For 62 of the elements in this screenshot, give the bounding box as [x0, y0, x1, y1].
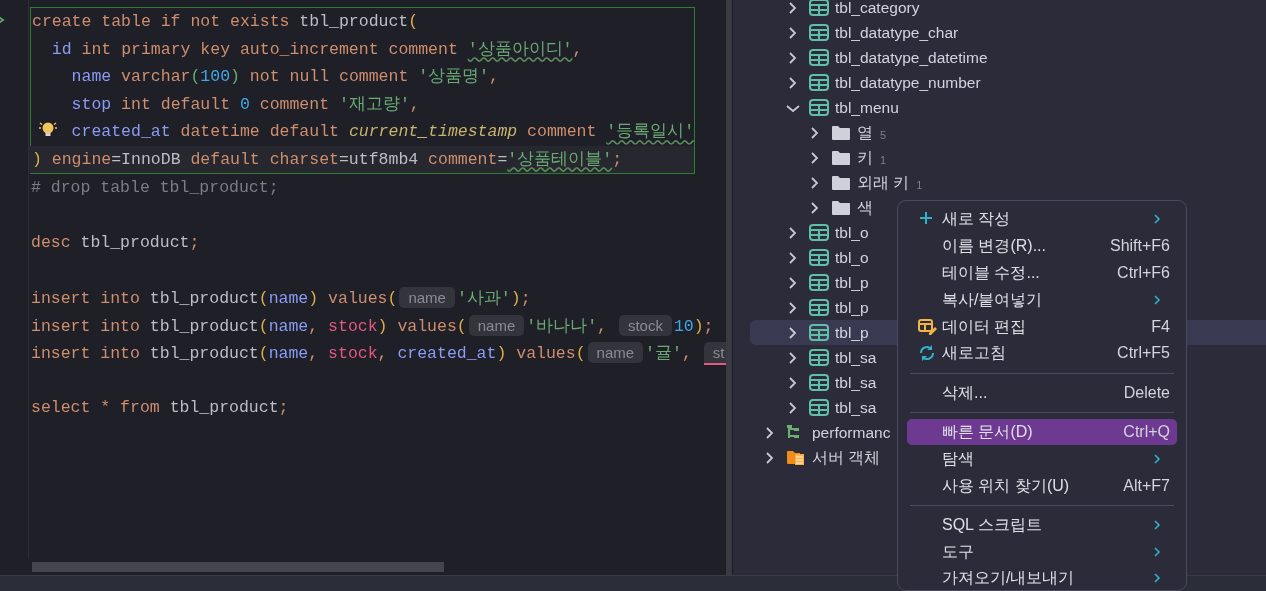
tree-label: performanc: [812, 422, 891, 443]
code-line: # drop table tbl_product;: [31, 178, 279, 197]
menu-label: 삭제...: [942, 382, 988, 403]
code-text: insert into tbl_product(name, stock, created_at) values(: [31, 344, 586, 363]
code-line: select * from tbl_product;: [31, 398, 289, 417]
tree-label: tbl_p: [835, 272, 869, 293]
menu-label: 테이블 수정...: [942, 263, 1040, 283]
menu-label: 사용 위치 찾기(U): [942, 475, 1070, 496]
code-line: create table if not exists tbl_product(: [32, 12, 419, 31]
tree-label: tbl_p: [835, 297, 869, 318]
tree-label: tbl_sa: [835, 397, 877, 418]
code-line: stop int default 0 comment '재고량',: [71, 94, 420, 114]
shortcut-label: Ctrl+F6: [1117, 263, 1170, 283]
menu-label: 새로고침: [942, 343, 1006, 364]
code-text: '귤',: [645, 344, 693, 363]
shortcut-label: F4: [1151, 316, 1170, 337]
tree-label: tbl_datatype_char: [835, 22, 959, 43]
tree-label: tbl_p: [835, 322, 869, 343]
code-text: insert into tbl_product(name) values(: [31, 289, 398, 308]
menu-label: 이름 변경(R)...: [942, 236, 1046, 257]
code-line: ) engine=InnoDB default charset=utf8mb4 comment='상품테이블';: [32, 149, 623, 169]
tree-label: 키: [857, 147, 873, 168]
parameter-hint: stock: [618, 314, 672, 336]
code-text: insert into tbl_product(name, stock) values(: [31, 316, 467, 336]
tree-label: tbl_datatype_datetime: [835, 47, 988, 68]
parameter-hint: name: [587, 342, 644, 363]
tree-label: 색: [857, 197, 873, 218]
code-text: '사과');: [456, 289, 531, 308]
code-line: created_at datetime default current_timestamp comment '등록일시': [71, 122, 695, 141]
item-count: 5: [880, 127, 887, 143]
tree-label: 외래 키: [857, 172, 910, 193]
code-line: id int primary key auto_increment comment '상품아이디',: [51, 39, 583, 59]
tree-label: 서버 객체: [812, 447, 881, 468]
shortcut-label: Ctrl+Q: [1123, 421, 1170, 442]
item-count: 1: [880, 152, 887, 168]
tree-label: tbl_datatype_number: [835, 72, 981, 93]
tree-label: tbl_sa: [835, 372, 877, 393]
menu-label: 복사/붙여넣기: [942, 289, 1043, 310]
menu-label: 탐색: [942, 448, 974, 469]
menu-label: 새로 작성: [942, 209, 1011, 230]
tree-label: tbl_category: [835, 0, 920, 18]
parameter-hint: name: [468, 314, 525, 336]
tree-label: tbl_sa: [835, 347, 877, 368]
parameter-hint: name: [399, 287, 455, 308]
tree-label: tbl_o: [835, 247, 869, 268]
code-line: name varchar(100) not null comment '상품명',: [71, 67, 499, 86]
menu-label: 도구: [942, 541, 974, 562]
menu-label: 데이터 편집: [942, 316, 1027, 337]
shortcut-label: Delete: [1123, 382, 1170, 403]
code-line: desc tbl_product;: [31, 233, 200, 252]
menu-label: 빠른 문서(D): [942, 421, 1033, 442]
tree-label: 열: [857, 122, 873, 143]
menu-label: SQL 스크립트: [942, 514, 1042, 535]
code-text: 10);: [673, 316, 714, 336]
item-count: 1: [916, 177, 923, 193]
shortcut-label: Ctrl+F5: [1117, 343, 1170, 364]
shortcut-label: Alt+F7: [1123, 475, 1170, 496]
menu-label: 가져오기/내보내기: [942, 568, 1075, 589]
tree-label: tbl_o: [835, 222, 869, 243]
tree-label: tbl_menu: [835, 97, 899, 118]
code-text: '바나나',: [526, 316, 608, 336]
shortcut-label: Shift+F6: [1109, 236, 1170, 257]
